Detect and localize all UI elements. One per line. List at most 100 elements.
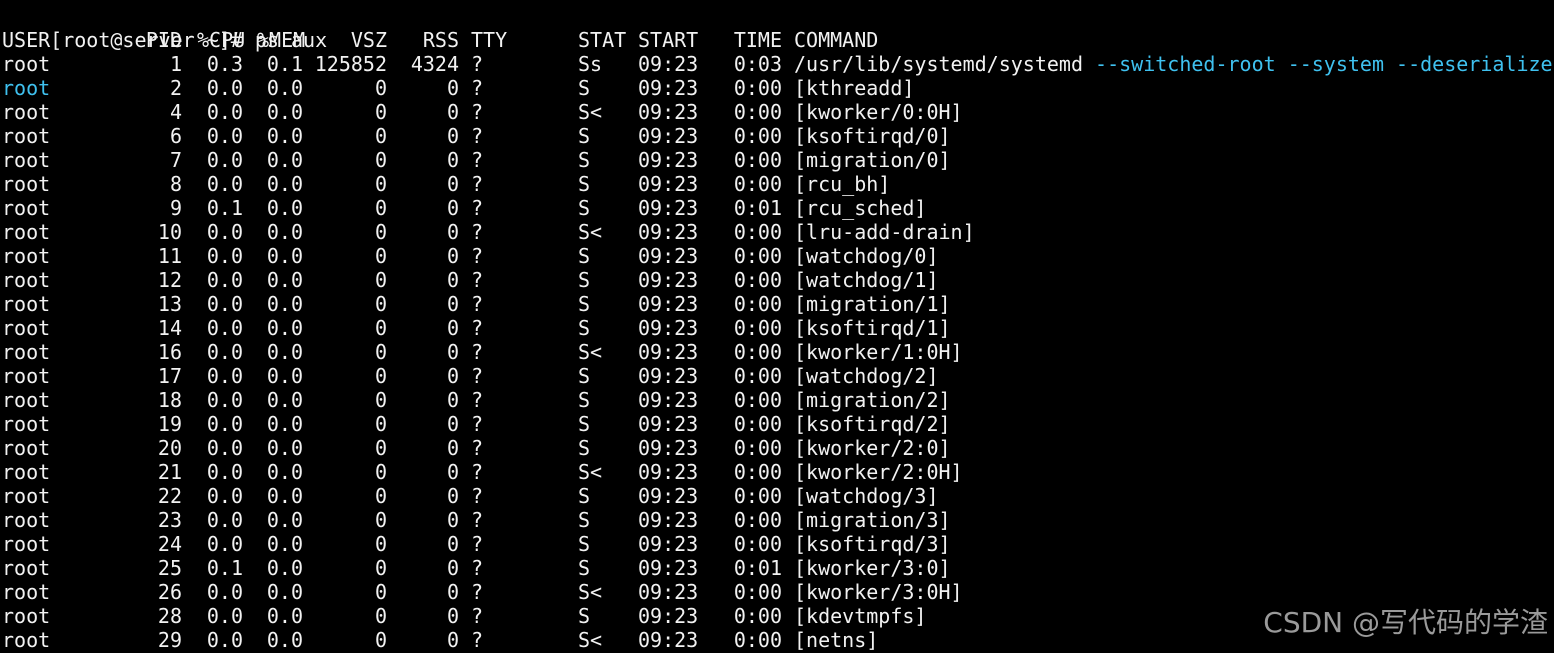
- cell-rss: 0: [446, 220, 459, 244]
- cell-start: 09:23: [638, 124, 699, 148]
- cell-user: root: [2, 76, 51, 100]
- cell-mem: 0.1: [266, 52, 303, 76]
- cell-start: 09:23: [638, 148, 699, 172]
- command-path: [migration/0]: [794, 148, 951, 172]
- cell-start: 09:23: [638, 460, 699, 484]
- cell-rss: 0: [446, 604, 459, 628]
- cell-start: 09:23: [638, 172, 699, 196]
- cell-start: 09:23: [638, 436, 699, 460]
- cell-vsz: 0: [374, 172, 387, 196]
- cell-user: root: [2, 388, 51, 412]
- cell-time: 0:00: [733, 604, 782, 628]
- cell-start: 09:23: [638, 292, 699, 316]
- command-path: [kthreadd]: [794, 76, 915, 100]
- ps-header-row: USER PID %CPU %MEM VSZ RSS TTY STAT STAR…: [2, 28, 878, 52]
- cell-user: root: [2, 340, 51, 364]
- command-path: [kworker/0:0H]: [794, 100, 963, 124]
- cell-cpu: 0.0: [206, 316, 243, 340]
- cell-command: [migration/2]: [794, 388, 951, 412]
- cell-cpu: 0.0: [206, 172, 243, 196]
- cell-mem: 0.0: [266, 412, 303, 436]
- command-path: [watchdog/1]: [794, 268, 939, 292]
- cell-tty: ?: [471, 316, 484, 340]
- cell-tty: ?: [471, 412, 484, 436]
- cell-user: root: [2, 580, 51, 604]
- cell-user: root: [2, 316, 51, 340]
- cell-vsz: 0: [374, 196, 387, 220]
- cell-tty: ?: [471, 340, 484, 364]
- cell-cpu: 0.1: [206, 196, 243, 220]
- cell-mem: 0.0: [266, 76, 303, 100]
- cell-rss: 0: [446, 124, 459, 148]
- cell-vsz: 0: [374, 76, 387, 100]
- cell-rss: 0: [446, 436, 459, 460]
- command-path: [kworker/2:0H]: [794, 460, 963, 484]
- cell-cpu: 0.0: [206, 100, 243, 124]
- cell-vsz: 0: [374, 580, 387, 604]
- cell-tty: ?: [471, 508, 484, 532]
- cell-time: 0:00: [733, 436, 782, 460]
- cell-cpu: 0.1: [206, 556, 243, 580]
- cell-pid: 9: [169, 196, 182, 220]
- cell-pid: 29: [157, 628, 182, 652]
- cell-cpu: 0.0: [206, 436, 243, 460]
- cell-user: root: [2, 196, 51, 220]
- cell-tty: ?: [471, 604, 484, 628]
- cell-stat: S<: [578, 100, 603, 124]
- cell-vsz: 0: [374, 220, 387, 244]
- cell-user: root: [2, 604, 51, 628]
- cell-user: root: [2, 364, 51, 388]
- cell-time: 0:00: [733, 412, 782, 436]
- cell-start: 09:23: [638, 244, 699, 268]
- cell-cpu: 0.0: [206, 628, 243, 652]
- header-rss: RSS: [422, 28, 459, 52]
- cell-rss: 0: [446, 268, 459, 292]
- cell-start: 09:23: [638, 628, 699, 652]
- cell-tty: ?: [471, 532, 484, 556]
- cell-user: root: [2, 532, 51, 556]
- cell-mem: 0.0: [266, 316, 303, 340]
- terminal-window[interactable]: [root@server ~]# ps aux USER PID %CPU %M…: [0, 0, 1554, 653]
- cell-user: root: [2, 412, 51, 436]
- cell-rss: 0: [446, 340, 459, 364]
- cell-time: 0:00: [733, 220, 782, 244]
- cell-cpu: 0.0: [206, 460, 243, 484]
- cell-time: 0:00: [733, 268, 782, 292]
- cell-command: [watchdog/3]: [794, 484, 939, 508]
- cell-time: 0:00: [733, 100, 782, 124]
- cell-rss: 0: [446, 628, 459, 652]
- cell-command: [rcu_sched]: [794, 196, 926, 220]
- cell-vsz: 0: [374, 460, 387, 484]
- cell-stat: S: [578, 604, 591, 628]
- cell-command: [kworker/1:0H]: [794, 340, 963, 364]
- command-path: [kworker/3:0]: [794, 556, 951, 580]
- command-path: [kworker/2:0]: [794, 436, 951, 460]
- cell-vsz: 0: [374, 100, 387, 124]
- header-mem: %MEM: [257, 28, 306, 52]
- cell-start: 09:23: [638, 580, 699, 604]
- cell-pid: 28: [157, 604, 182, 628]
- cell-vsz: 0: [374, 556, 387, 580]
- cell-stat: S: [578, 508, 591, 532]
- prompt-line: [root@server ~]# ps aux: [2, 4, 327, 52]
- cell-rss: 0: [446, 364, 459, 388]
- cell-cpu: 0.0: [206, 388, 243, 412]
- cell-pid: 16: [157, 340, 182, 364]
- command-path: [migration/3]: [794, 508, 951, 532]
- cell-rss: 0: [446, 532, 459, 556]
- cell-mem: 0.0: [266, 628, 303, 652]
- cell-pid: 18: [157, 388, 182, 412]
- cell-rss: 0: [446, 148, 459, 172]
- cell-vsz: 0: [374, 532, 387, 556]
- cell-mem: 0.0: [266, 100, 303, 124]
- cell-mem: 0.0: [266, 244, 303, 268]
- cell-vsz: 0: [374, 364, 387, 388]
- command-path: [rcu_sched]: [794, 196, 927, 220]
- cell-command: [kworker/2:0H]: [794, 460, 963, 484]
- command-path: [ksoftirqd/0]: [794, 124, 951, 148]
- cell-tty: ?: [471, 556, 484, 580]
- cell-cpu: 0.0: [206, 532, 243, 556]
- command-path: [watchdog/2]: [794, 364, 939, 388]
- command-path: [rcu_bh]: [794, 172, 891, 196]
- cell-stat: Ss: [578, 52, 603, 76]
